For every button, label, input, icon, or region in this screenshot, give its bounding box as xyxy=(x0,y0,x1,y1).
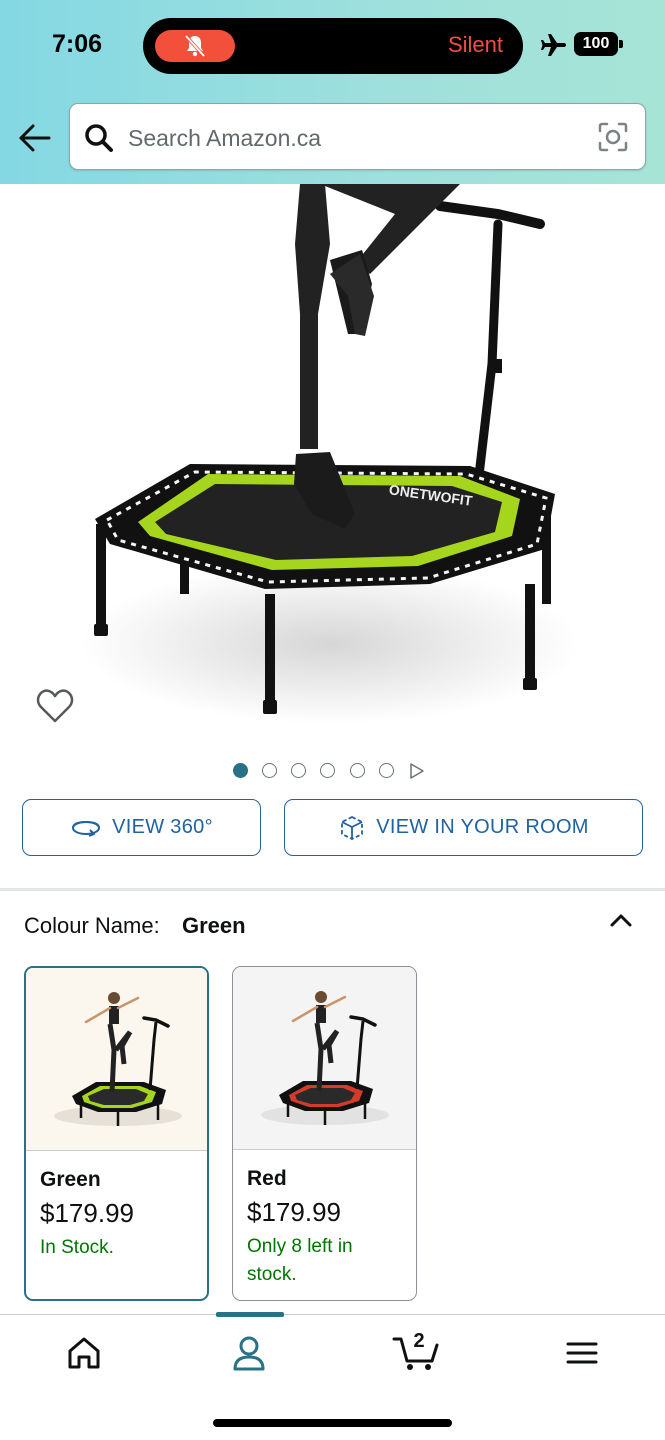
carousel-dot[interactable] xyxy=(262,763,277,778)
carousel-dot[interactable] xyxy=(291,763,306,778)
search-icon xyxy=(85,124,113,152)
carousel-dot[interactable] xyxy=(379,763,394,778)
search-input[interactable]: Search Amazon.ca xyxy=(69,103,646,170)
rotate-360-icon xyxy=(72,820,101,837)
swatch-stock: In Stock. xyxy=(40,1237,114,1258)
swatch-image-red xyxy=(233,967,416,1150)
cart-count: 2 xyxy=(413,1330,424,1352)
status-time: 7:06 xyxy=(52,30,103,58)
app-header: 7:06 Silent 100 Search Amazon.ca xyxy=(0,0,665,184)
swatch-price: $179.99 xyxy=(40,1198,134,1228)
view-in-room-button[interactable]: VIEW IN YOUR ROOM xyxy=(284,799,643,856)
colour-name-value: Green xyxy=(182,913,246,938)
cart-icon[interactable]: 2 xyxy=(392,1329,440,1371)
battery-tip xyxy=(619,40,623,48)
carousel-dot[interactable] xyxy=(350,763,365,778)
home-indicator[interactable] xyxy=(213,1419,452,1427)
swatch-name: Green xyxy=(40,1168,101,1191)
trampoline-illustration: ONETWOFIT xyxy=(80,184,580,724)
menu-icon[interactable] xyxy=(560,1333,604,1373)
home-icon[interactable] xyxy=(62,1333,106,1373)
swatch-trampoline-green xyxy=(54,992,182,1126)
camera-lens-icon[interactable] xyxy=(597,121,629,153)
dynamic-island: Silent xyxy=(143,18,523,74)
silent-label: Silent xyxy=(447,32,503,57)
silent-pill xyxy=(155,30,235,62)
play-video-icon[interactable] xyxy=(409,762,425,780)
colour-option-green[interactable]: Green $179.99 In Stock. xyxy=(24,966,209,1301)
view-in-room-label: VIEW IN YOUR ROOM xyxy=(376,816,589,838)
swatch-name: Red xyxy=(247,1167,287,1190)
account-icon[interactable] xyxy=(227,1333,271,1373)
swatch-price: $179.99 xyxy=(247,1197,341,1227)
airplane-icon xyxy=(541,34,566,56)
swatch-image-green xyxy=(26,968,207,1151)
battery-icon: 100 xyxy=(574,32,618,56)
product-image[interactable]: ONETWOFIT xyxy=(0,184,665,734)
view-360-button[interactable]: VIEW 360° xyxy=(22,799,261,856)
swatch-stock: Only 8 left in stock. xyxy=(247,1236,353,1285)
search-placeholder: Search Amazon.ca xyxy=(128,125,322,151)
colour-name-label: Colour Name: xyxy=(24,913,160,938)
view-360-label: VIEW 360° xyxy=(112,816,213,838)
carousel-dot[interactable] xyxy=(320,763,335,778)
nav-active-indicator xyxy=(216,1312,284,1317)
image-carousel-dots xyxy=(0,760,665,780)
swatch-trampoline-red xyxy=(261,991,389,1125)
carousel-dot[interactable] xyxy=(233,763,248,778)
chevron-up-icon[interactable] xyxy=(606,908,636,932)
bell-slash-icon xyxy=(184,34,206,58)
section-divider xyxy=(0,888,665,891)
ar-cube-icon xyxy=(341,815,364,840)
heart-icon[interactable] xyxy=(36,688,74,724)
back-arrow-icon[interactable] xyxy=(18,122,52,154)
colour-option-red[interactable]: Red $179.99 Only 8 left in stock. xyxy=(232,966,417,1301)
